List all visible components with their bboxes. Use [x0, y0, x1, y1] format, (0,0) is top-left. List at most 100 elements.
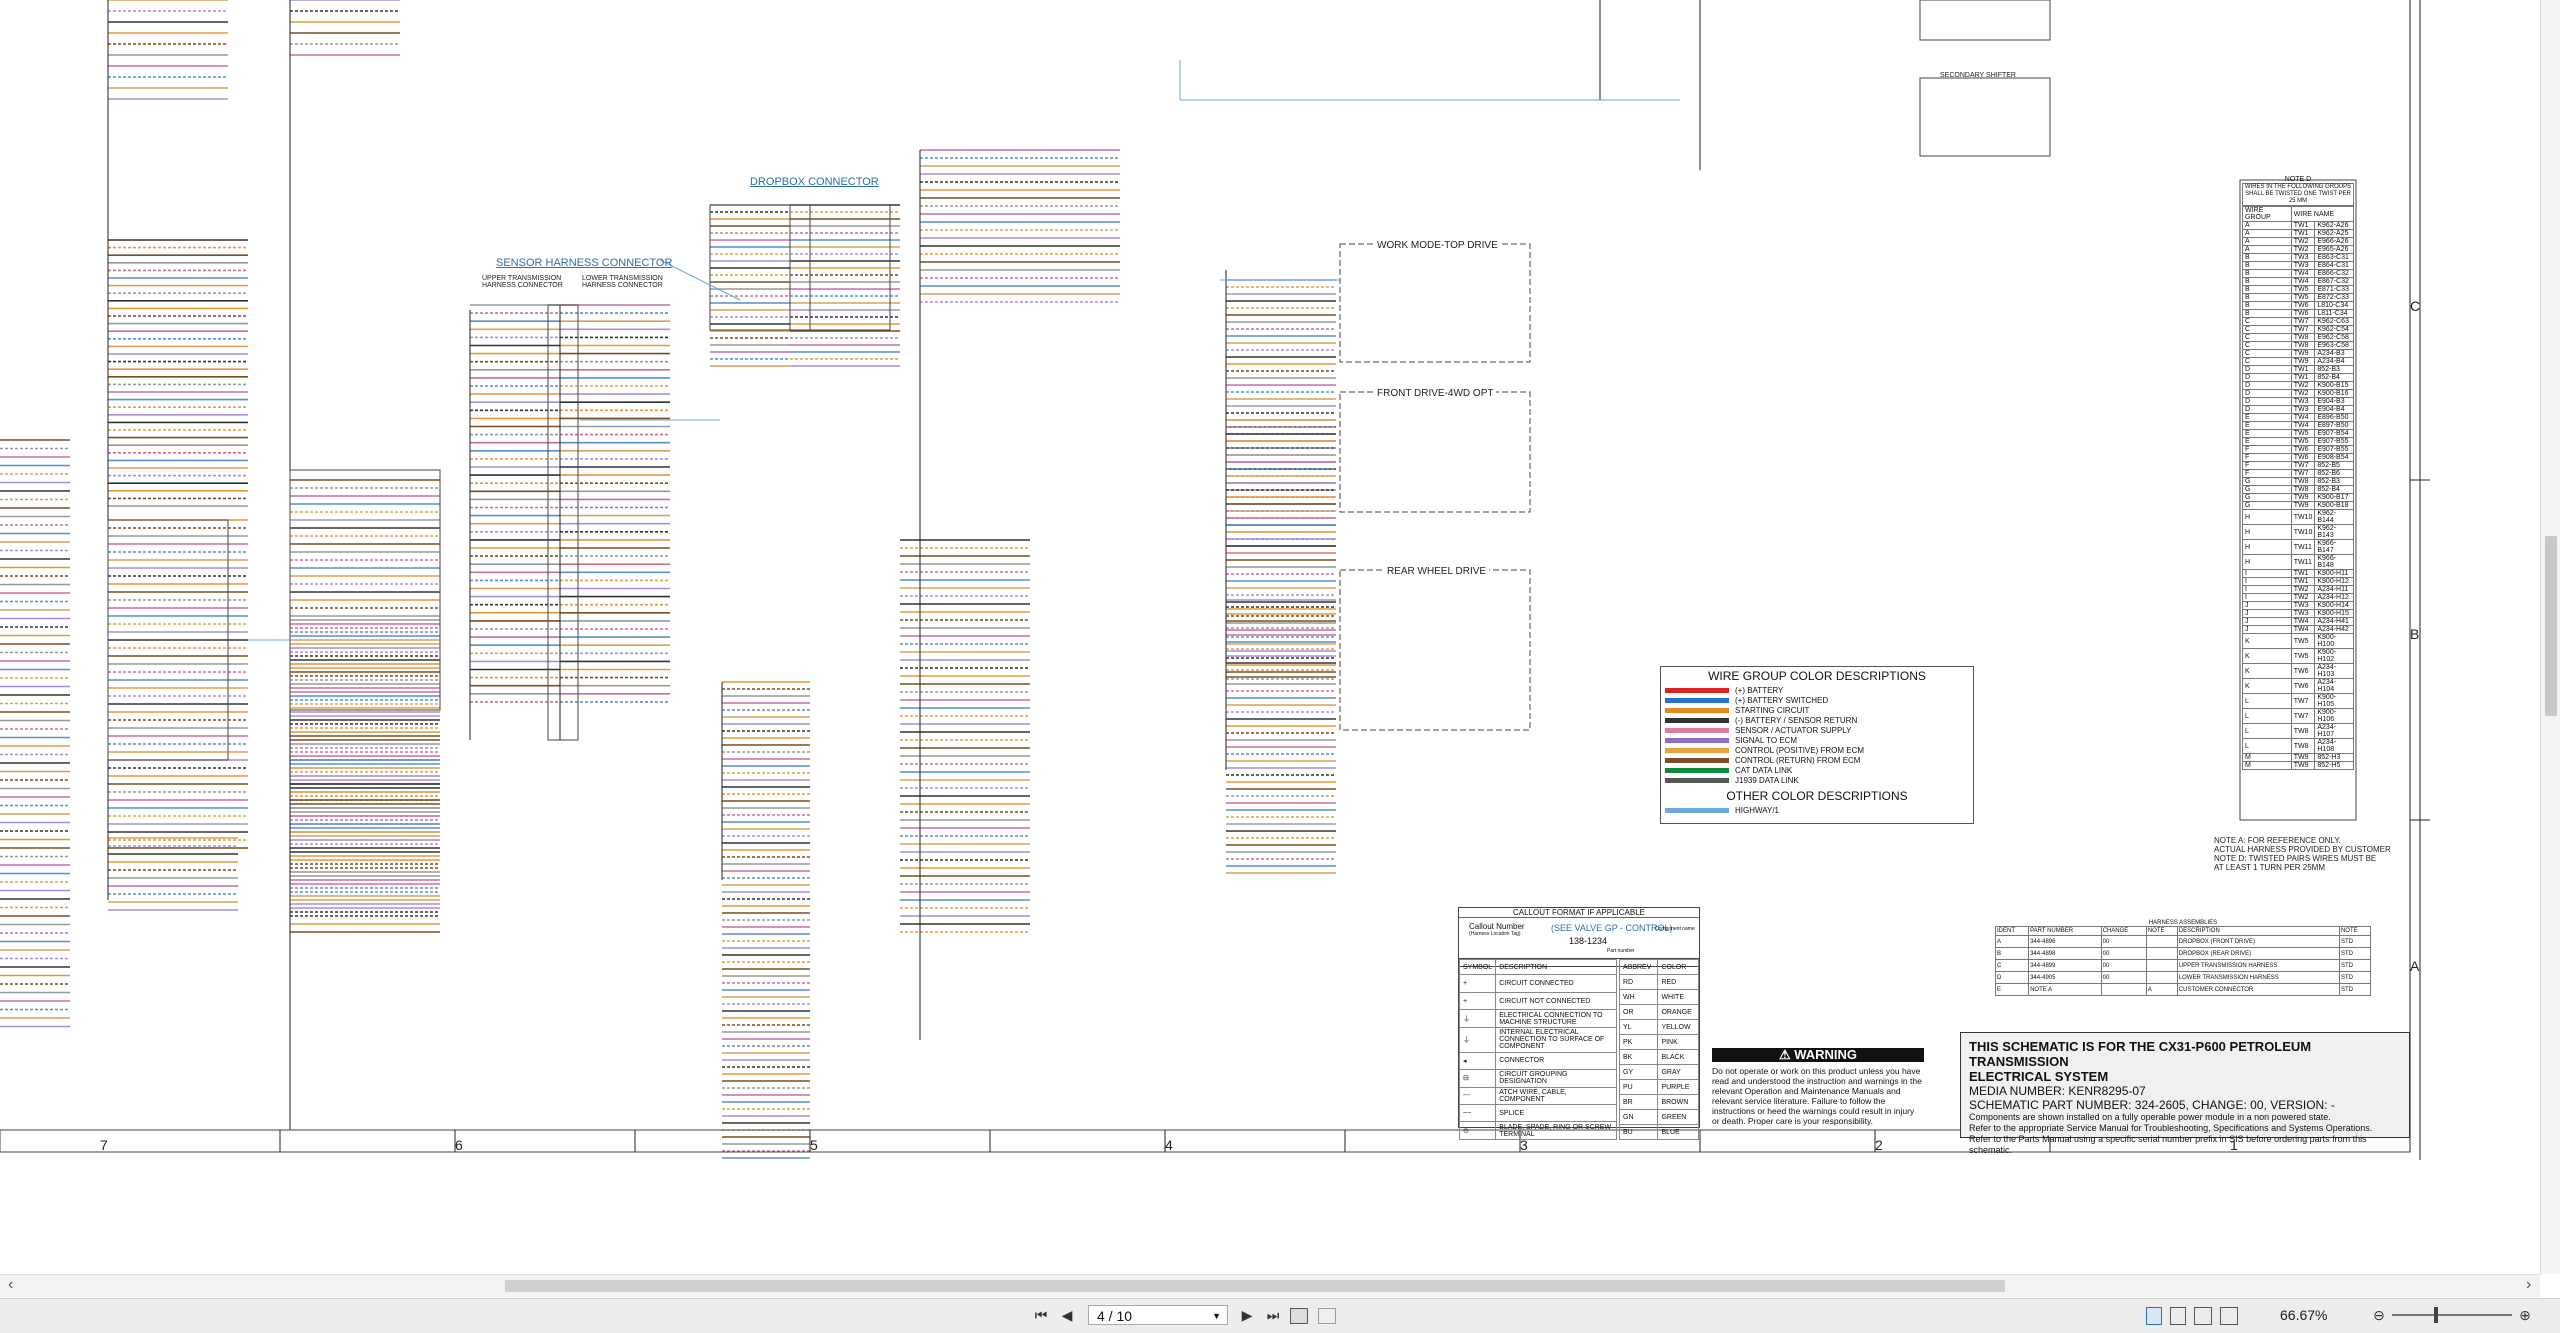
page-number-value: 4 / 10 — [1097, 1308, 1133, 1324]
note-d-cell: E — [2242, 437, 2292, 446]
horizontal-scroll-thumb[interactable] — [505, 1280, 2005, 1292]
vertical-scroll-thumb[interactable] — [2545, 536, 2557, 716]
note-d-cell: E867-C32 — [2314, 277, 2354, 286]
note-d-cell: L — [2242, 738, 2292, 754]
wire-group-row: CONTROL (POSITIVE) FROM ECM — [1661, 745, 1973, 755]
abbrev-cell: PINK — [1657, 1034, 1699, 1050]
dropbox-connector-title[interactable]: DROPBOX CONNECTOR — [750, 176, 879, 188]
note-d-row: D TW2 K900-B16 — [2242, 389, 2354, 398]
note-d-cell: K966-B147 — [2314, 539, 2354, 555]
single-page-view-icon[interactable] — [2146, 1307, 2162, 1325]
rear-wheel-group-title: REAR WHEEL DRIVE — [1384, 566, 1490, 577]
note-d-cell: A234-H103 — [2314, 663, 2354, 679]
harness-cell: STD — [2338, 935, 2372, 948]
zoom-out-button[interactable]: ⊖ — [2370, 1305, 2388, 1325]
note-d-row: B TW4 E867-C32 — [2242, 277, 2354, 286]
copy-pages-icon[interactable] — [1290, 1308, 1308, 1324]
note-d-cell: TW8 — [2290, 738, 2316, 754]
note-d-cell: K962-C63 — [2314, 317, 2354, 326]
abbrev-cell: BLUE — [1657, 1124, 1699, 1140]
note-d-cell: E904-B3 — [2314, 397, 2354, 406]
note-d-cell: J — [2242, 625, 2292, 634]
note-d-cell: TW2 — [2290, 593, 2316, 602]
harness-cell: E — [1994, 983, 2030, 996]
note-d-cell: K — [2242, 648, 2292, 664]
note-d-cell: TW8 — [2290, 341, 2316, 350]
note-d-cell: 852-H3 — [2314, 753, 2354, 762]
zoom-in-button[interactable]: ⊕ — [2516, 1305, 2534, 1325]
abbrev-cell: RD — [1618, 974, 1659, 990]
wire-group-label: (+) BATTERY — [1735, 685, 1784, 695]
vertical-scrollbar[interactable] — [2540, 0, 2560, 1274]
symbol-cell: BLADE, SPADE, RING OR SCREW TERMINAL — [1495, 1121, 1617, 1140]
note-d-cell: E — [2242, 413, 2292, 422]
two-page-view-icon[interactable] — [2194, 1307, 2212, 1325]
sensor-harness-connector-title[interactable]: SENSOR HARNESS CONNECTOR — [496, 257, 672, 269]
note-d-row: G TW9 K900-B18 — [2242, 501, 2354, 510]
note-a-line: NOTE A: FOR REFERENCE ONLY. — [2214, 836, 2341, 845]
note-d-cell: D — [2242, 405, 2292, 414]
note-d-cell: E907-B55 — [2314, 437, 2354, 446]
symbol-row: ~~ SPLICE — [1458, 1103, 1617, 1123]
note-d-row: C TW8 E962-C58 — [2242, 333, 2354, 342]
note-d-row: B TW6 L811-C34 — [2242, 309, 2354, 318]
horizontal-scrollbar[interactable]: ‹ › — [0, 1274, 2540, 1297]
first-page-button[interactable]: ⏮ — [1030, 1305, 1052, 1325]
note-d-row: G TW8 852-B3 — [2242, 477, 2354, 486]
wire-group-label: (+) BATTERY SWITCHED — [1735, 695, 1829, 705]
note-d-cell: TW8 — [2290, 477, 2316, 486]
paste-pages-icon[interactable] — [1318, 1308, 1336, 1324]
warning-heading: ⚠ WARNING — [1712, 1048, 1924, 1062]
note-d-cell: D — [2242, 397, 2292, 406]
note-d-table: NOTE D WIRES IN THE FOLLOWING GROUPS SHA… — [2242, 176, 2355, 770]
abbrev-cell: PURPLE — [1657, 1079, 1699, 1095]
harness-cell — [2145, 947, 2178, 960]
note-d-cell: D — [2242, 381, 2292, 390]
note-d-cell: TW7 — [2290, 708, 2316, 724]
note-d-row: L TW8 A234-H108 — [2242, 738, 2354, 754]
note-d-row: C TW8 E963-C58 — [2242, 341, 2354, 350]
note-a-text: NOTE A: FOR REFERENCE ONLY. ACTUAL HARNE… — [2214, 836, 2391, 872]
harness-cell: A — [1994, 935, 2030, 948]
note-d-row: D TW2 K900-B15 — [2242, 381, 2354, 390]
harness-cell: 00 — [2100, 935, 2147, 948]
note-d-cell: J — [2242, 609, 2292, 618]
note-d-row: L TW7 K900-H106 — [2242, 708, 2354, 724]
scroll-right-arrow-icon[interactable]: › — [2526, 1276, 2531, 1294]
page-dropdown-icon[interactable]: ▼ — [1212, 1306, 1221, 1326]
fit-width-icon[interactable] — [2220, 1307, 2238, 1325]
title-block: THIS SCHEMATIC IS FOR THE CX31-P600 PETR… — [1960, 1032, 2410, 1155]
wire-color-swatch — [1665, 697, 1729, 703]
last-page-button[interactable]: ⏭ — [1262, 1305, 1284, 1325]
note-d-row: A TW1 K962-A25 — [2242, 229, 2354, 238]
note-d-cell: E864-C31 — [2314, 261, 2354, 270]
abbrev-cell: WHITE — [1657, 989, 1699, 1005]
zoom-slider-knob[interactable] — [2434, 1307, 2438, 1323]
note-d-cell: C — [2242, 333, 2292, 342]
wire-color-swatch — [1665, 777, 1729, 783]
abbrev-header: COLOR — [1657, 959, 1699, 975]
warning-body: Do not operate or work on this product u… — [1712, 1066, 1922, 1126]
previous-page-button[interactable]: ◀ — [1056, 1305, 1078, 1325]
next-page-button[interactable]: ▶ — [1236, 1305, 1258, 1325]
symbol-cell: ELECTRICAL CONNECTION TO MACHINE STRUCTU… — [1495, 1009, 1617, 1028]
page-number-input[interactable]: 4 / 10 ▼ — [1088, 1305, 1228, 1325]
continuous-view-icon[interactable] — [2170, 1307, 2186, 1325]
scroll-left-arrow-icon[interactable]: ‹ — [8, 1276, 13, 1294]
note-d-cell: TW8 — [2290, 333, 2316, 342]
abbrev-cell: WH — [1618, 989, 1659, 1005]
note-d-cell: B — [2242, 269, 2292, 278]
symbol-cell: ⏚ — [1458, 1009, 1497, 1028]
note-d-cell: TW1 — [2290, 229, 2316, 238]
note-d-cell: L — [2242, 693, 2292, 709]
symbol-table: SYMBOL DESCRIPTION + CIRCUIT CONNECTED + CIRC… — [1458, 958, 1617, 1140]
wire-group-row: CAT DATA LINK — [1661, 765, 1973, 775]
zone-label: 4 — [1165, 1137, 1173, 1153]
note-d-cell: TW5 — [2290, 293, 2316, 302]
note-d-row: B TW4 E866-C32 — [2242, 269, 2354, 278]
note-d-cell: TW1 — [2290, 365, 2316, 374]
zoom-slider[interactable] — [2392, 1314, 2512, 1316]
note-d-cell: TW6 — [2290, 309, 2316, 318]
abbrev-cell: YELLOW — [1657, 1019, 1699, 1035]
harness-cell: 344-4896 — [2028, 935, 2102, 948]
